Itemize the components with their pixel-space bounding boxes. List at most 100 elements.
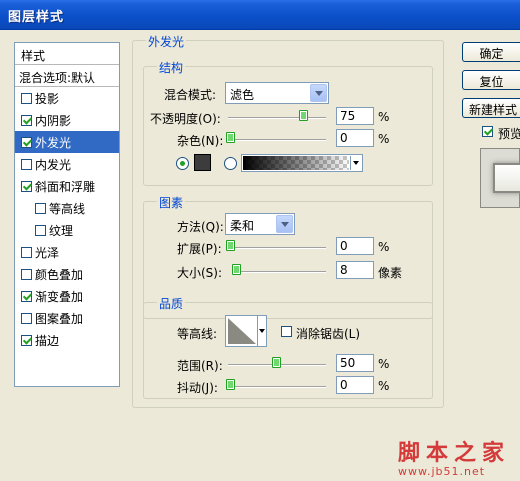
- style-item-checkbox[interactable]: [21, 180, 32, 192]
- style-item[interactable]: 内发光: [15, 153, 119, 175]
- style-list: 样式 混合选项:默认 投影内阴影外发光内发光斜面和浮雕等高线纹理光泽颜色叠加渐变…: [14, 42, 120, 387]
- style-item-checkbox[interactable]: [21, 334, 32, 346]
- style-item-checkbox[interactable]: [21, 92, 32, 104]
- size-unit: 像素: [378, 266, 403, 280]
- noise-slider-thumb[interactable]: [226, 132, 235, 143]
- size-slider[interactable]: [232, 271, 326, 273]
- new-style-button[interactable]: 新建样式: [462, 98, 520, 118]
- spread-slider-thumb[interactable]: [226, 240, 235, 251]
- style-item-checkbox[interactable]: [21, 268, 32, 280]
- style-item[interactable]: 等高线: [15, 197, 119, 219]
- jitter-slider[interactable]: [228, 386, 326, 388]
- quality-title: 品质: [157, 295, 186, 312]
- style-item-checkbox[interactable]: [21, 312, 32, 324]
- noise-slider[interactable]: [228, 139, 326, 141]
- styles-header[interactable]: 样式: [15, 43, 119, 65]
- elements-title: 图素: [157, 194, 186, 211]
- style-item[interactable]: 渐变叠加: [15, 285, 119, 307]
- preview-thumbnail: [480, 148, 520, 208]
- window-title: 图层样式: [8, 10, 65, 25]
- jitter-unit: %: [378, 379, 390, 393]
- gradient-picker[interactable]: [241, 154, 363, 172]
- antialias-label: 消除锯齿(L): [296, 327, 361, 341]
- contour-picker[interactable]: [225, 315, 267, 347]
- range-unit: %: [378, 357, 390, 371]
- technique-value: 柔和: [230, 219, 255, 233]
- opacity-slider-thumb[interactable]: [299, 110, 308, 121]
- watermark-text: 脚本之家: [398, 440, 511, 466]
- range-input[interactable]: 50: [336, 354, 374, 372]
- jitter-slider-thumb[interactable]: [226, 379, 235, 390]
- style-item-label: 斜面和浮雕: [35, 179, 96, 194]
- style-item-checkbox[interactable]: [35, 202, 46, 214]
- gradient-radio[interactable]: [224, 157, 237, 170]
- spread-slider[interactable]: [228, 247, 326, 249]
- spread-unit: %: [378, 240, 390, 254]
- style-item[interactable]: 外发光: [15, 131, 119, 153]
- range-label: 范围(R):: [177, 359, 223, 373]
- structure-title: 结构: [157, 59, 186, 76]
- spread-input[interactable]: 0: [336, 237, 374, 255]
- preview-label: 预览: [498, 127, 520, 141]
- blend-mode-select[interactable]: 滤色: [225, 82, 329, 104]
- outer-glow-title: 外发光: [146, 33, 187, 50]
- style-item[interactable]: 图案叠加: [15, 307, 119, 329]
- chevron-down-icon: [310, 84, 327, 102]
- style-item-checkbox[interactable]: [21, 290, 32, 302]
- style-item[interactable]: 斜面和浮雕: [15, 175, 119, 197]
- noise-input[interactable]: 0: [336, 129, 374, 147]
- style-item[interactable]: 内阴影: [15, 109, 119, 131]
- style-item-label: 颜色叠加: [35, 267, 84, 282]
- style-item-label: 描边: [35, 333, 60, 348]
- jitter-label: 抖动(J):: [177, 381, 218, 395]
- opacity-input[interactable]: 75: [336, 107, 374, 125]
- glow-color-swatch[interactable]: [194, 154, 211, 171]
- watermark-url: www.jb51.net: [398, 465, 486, 478]
- ok-button[interactable]: 确定: [462, 42, 520, 62]
- style-item-label: 内发光: [35, 157, 72, 172]
- style-item-checkbox[interactable]: [21, 158, 32, 170]
- style-item-checkbox[interactable]: [21, 136, 32, 148]
- style-item-checkbox[interactable]: [21, 114, 32, 126]
- style-item-checkbox[interactable]: [21, 246, 32, 258]
- contour-preview: [228, 318, 256, 344]
- style-item[interactable]: 颜色叠加: [15, 263, 119, 285]
- style-item-label: 纹理: [49, 223, 74, 238]
- technique-label: 方法(Q):: [177, 220, 224, 234]
- style-item-label: 等高线: [49, 201, 86, 216]
- style-item-label: 图案叠加: [35, 311, 84, 326]
- antialias-checkbox[interactable]: [281, 326, 292, 337]
- style-item-checkbox[interactable]: [35, 224, 46, 236]
- title-bar: 图层样式: [0, 0, 520, 30]
- size-input[interactable]: 8: [336, 261, 374, 279]
- chevron-down-icon: [257, 316, 266, 346]
- chevron-down-icon: [276, 215, 293, 233]
- spread-label: 扩展(P):: [177, 242, 222, 256]
- solid-color-radio[interactable]: [176, 157, 189, 170]
- size-label: 大小(S):: [177, 266, 223, 280]
- size-slider-thumb[interactable]: [232, 264, 241, 275]
- jitter-input[interactable]: 0: [336, 376, 374, 394]
- style-item-label: 光泽: [35, 245, 60, 260]
- opacity-label: 不透明度(O):: [150, 112, 221, 126]
- noise-unit: %: [378, 132, 390, 146]
- layer-style-dialog: 样式 混合选项:默认 投影 内阴影 外发光 内发光 斜面和浮雕 等高线 纹理 光泽 颜色叠加 渐变…: [0, 30, 520, 481]
- style-item-label: 外发光: [35, 135, 72, 150]
- blending-options-item[interactable]: 混合选项:默认: [15, 65, 119, 87]
- opacity-unit: %: [378, 110, 390, 124]
- style-item-label: 内阴影: [35, 113, 72, 128]
- technique-select[interactable]: 柔和: [225, 213, 295, 235]
- preview-checkbox[interactable]: [482, 126, 493, 137]
- contour-label: 等高线:: [177, 327, 218, 341]
- style-item[interactable]: 投影: [15, 87, 119, 109]
- gradient-preview: [243, 156, 349, 170]
- reset-button[interactable]: 复位: [462, 70, 520, 90]
- style-item[interactable]: 描边: [15, 329, 119, 351]
- style-item-label: 渐变叠加: [35, 289, 84, 304]
- style-item[interactable]: 纹理: [15, 219, 119, 241]
- style-item[interactable]: 光泽: [15, 241, 119, 263]
- blend-mode-label: 混合模式:: [164, 88, 217, 102]
- opacity-slider[interactable]: [228, 117, 326, 119]
- range-slider-thumb[interactable]: [272, 357, 281, 368]
- noise-label: 杂色(N):: [177, 134, 224, 148]
